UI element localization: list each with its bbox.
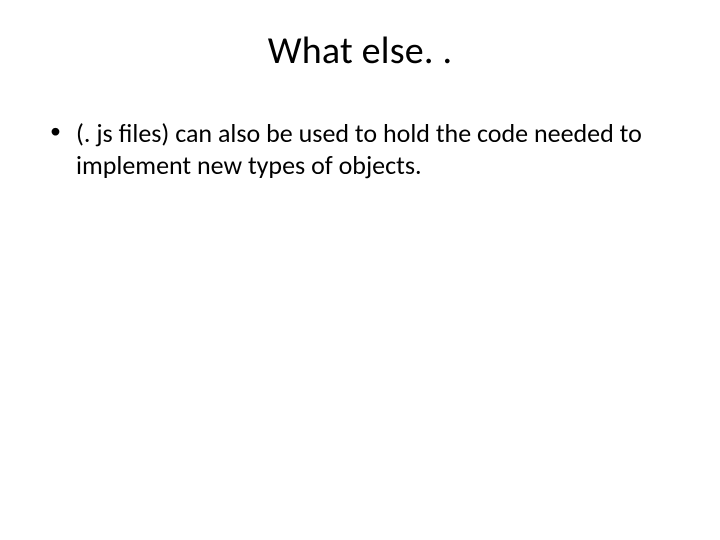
- slide-container: What else. . (. js files) can also be us…: [0, 0, 720, 540]
- slide-title: What else. .: [40, 28, 680, 74]
- slide-body: (. js files) can also be used to hold th…: [40, 118, 680, 181]
- bullet-list: (. js files) can also be used to hold th…: [44, 118, 680, 181]
- bullet-item: (. js files) can also be used to hold th…: [44, 118, 680, 181]
